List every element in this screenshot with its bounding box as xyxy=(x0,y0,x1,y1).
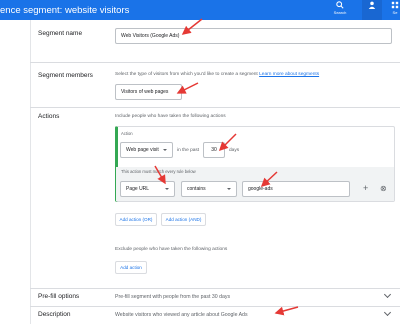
annotation-arrow xyxy=(218,133,237,152)
annotation-arrow xyxy=(274,306,299,316)
annotation-arrow xyxy=(260,171,278,188)
annotation-arrow xyxy=(176,82,199,94)
annotation-arrows xyxy=(154,18,299,316)
annotation-arrow xyxy=(154,165,166,185)
annotation-arrow xyxy=(181,18,203,35)
